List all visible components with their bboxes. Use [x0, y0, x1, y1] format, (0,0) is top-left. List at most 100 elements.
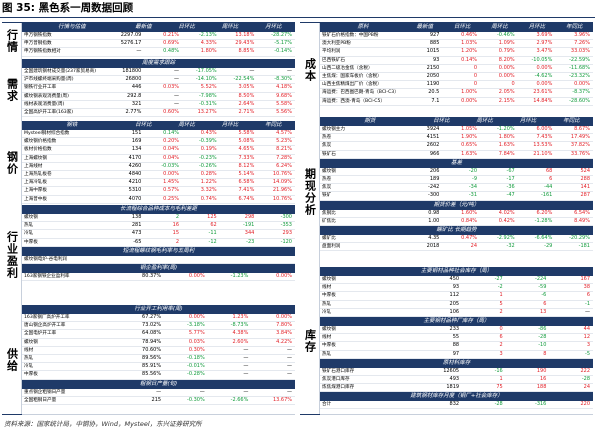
header-cell: 日环比	[433, 118, 450, 124]
cell-m: 68	[545, 167, 553, 174]
cell-y: 24	[583, 384, 591, 391]
band-title: 基差	[320, 158, 593, 168]
row-name: 唐山钢企高炉开工率	[24, 323, 66, 329]
right-panel: 成本 原料 最新值 日环比 周环比 月环比 年同比 铁矿石价格指数：中国PB粉 927 0.46%…	[300, 22, 593, 415]
cell-y: -0.14%	[274, 48, 292, 55]
cell-d: 1.45%	[163, 179, 180, 186]
table-row: 焦炭 2602 0.65% 1.63% 13.53% 37.82%	[320, 142, 593, 151]
band-title: 周度需求跟踪	[22, 59, 295, 68]
cell-d: —	[174, 76, 180, 83]
cell-y: 222	[580, 367, 591, 374]
section-table: 长流程综合品种成本与毛利差距 螺纹钢 138 2 125 298 -300 热轧 281 16 62…	[22, 205, 295, 306]
table-row: 中厚板 112 1 -6 6	[320, 292, 593, 301]
cell-v: 138	[131, 214, 142, 220]
row-name: 螺纹钢主力	[322, 127, 345, 132]
cell-y: 7.26%	[574, 40, 590, 47]
cell-v: 292.8	[127, 92, 142, 99]
cell-v: 55	[452, 334, 460, 341]
cell-w: -28	[494, 401, 503, 408]
table-row: 螺矿比 4.35 0.47% -2.92% -6.64% -20.29%	[320, 234, 593, 244]
cell-w: 1.80%	[200, 48, 217, 55]
cell-w: -0.26%	[198, 162, 217, 169]
cell-m: 7.43%	[536, 134, 553, 141]
table-header: 原料 最新值 日环比 周环比 月环比 年同比	[320, 23, 593, 32]
cell-m: 6.74%	[238, 195, 255, 202]
cell-w: -14.10%	[195, 76, 217, 83]
cell-y: -23.32%	[569, 72, 590, 79]
header-cell: 年同比	[265, 122, 282, 128]
cell-v: 1015	[426, 48, 440, 55]
table-row: 山西主焦精煤出厂价（含税） 1190 0 0 0.00% 0.00%	[320, 81, 593, 90]
cell-w: -27	[494, 276, 503, 282]
cell-y: -1	[585, 300, 591, 307]
cell-m: 3.05%	[238, 84, 255, 91]
row-name: 铁矿石	[322, 151, 336, 157]
cell-v: 446	[131, 84, 142, 91]
cell-v: 93	[433, 56, 440, 63]
cell-y: 38	[583, 284, 591, 291]
cell-m: —	[243, 371, 249, 378]
cell-y: -8.30%	[274, 76, 292, 83]
cell-v: 189	[429, 175, 440, 182]
row-name: 巴西铁矿石	[322, 57, 345, 63]
cell-y: 12	[583, 334, 591, 341]
cell-y: 7.80%	[276, 322, 293, 329]
cell-d: 24	[470, 243, 478, 250]
cell-m: 13.18%	[235, 32, 255, 38]
row-name: 山西二级冶金焦（含税）	[322, 65, 373, 71]
table-header: 行情与估值 最新值 日环比 周环比 月环比	[22, 23, 295, 32]
cell-y: -11.68%	[569, 64, 590, 71]
header-cell: 期货	[364, 118, 376, 124]
cell-d: 0.04%	[163, 154, 180, 161]
cell-y: -28.27%	[271, 32, 292, 38]
cell-d: 2	[175, 214, 180, 220]
cell-y: —	[287, 388, 293, 395]
cell-y: 5.23%	[276, 138, 292, 145]
cell-y: -8.37%	[572, 89, 590, 96]
cell-m: -44	[544, 184, 553, 191]
section-label: 期现分析	[300, 117, 320, 267]
cell-v: 281	[131, 222, 142, 229]
cell-y: -120	[280, 238, 292, 245]
cell-v: 3924	[426, 126, 440, 132]
cell-w: -0.30%	[187, 396, 205, 403]
cell-m: 2.97%	[536, 40, 553, 47]
table-row: 铁矿 -300 -31 -47 -161 287	[320, 192, 593, 201]
cell-d: 1.63%	[461, 150, 478, 157]
cell-v: 4840	[128, 170, 142, 177]
cell-v: 5276.17	[120, 40, 142, 47]
cell-d: —	[174, 92, 180, 99]
row-name: 铁矿石价格指数：中国PB粉	[322, 33, 379, 38]
cell-y: -5	[585, 350, 591, 357]
cell-v: 78.94%	[142, 338, 162, 345]
cell-d: 1.05%	[461, 126, 478, 132]
cell-v: 73.02%	[142, 322, 162, 329]
cell-m: -6.64%	[534, 234, 553, 241]
row-name: 中厚板	[322, 293, 336, 299]
cell-w: 3.32%	[200, 187, 217, 194]
cell-d: 0.21%	[163, 32, 180, 38]
cell-y: 6.24%	[276, 162, 292, 169]
cell-v: 181800	[122, 68, 142, 74]
cell-m: 13	[540, 308, 547, 315]
cell-v: 493	[449, 375, 460, 382]
table-row: 平均利润 1015 1.20% 0.79% 3.47% 33.03%	[320, 48, 593, 57]
source-note: 资料来源：国家统计局，中钢协，Wind，Mysteel，东兴证券研究所	[4, 420, 202, 428]
section-label: 库存	[300, 267, 320, 414]
row-name: 焦炭	[322, 185, 332, 191]
cell-y: 33.76%	[570, 150, 590, 157]
cell-d: -20	[468, 167, 478, 174]
cell-y: 5.56%	[276, 108, 292, 115]
row-name: 螺纹钢	[322, 277, 336, 282]
cell-w: -0.23%	[198, 154, 217, 161]
table-row: 山西二级冶金焦（含税） 2150 0 0.00% 0.00% -11.68%	[320, 65, 593, 73]
row-name: 冷轧	[322, 309, 332, 315]
cell-w: 5.52%	[200, 84, 217, 91]
table-row: 海运费：巴西图巴朗-青岛（BCI-C3） 20.5 1.00% 2.05% 23.61%…	[320, 89, 593, 98]
row-name: 合计	[322, 402, 332, 408]
cell-m: -29	[544, 243, 553, 250]
cell-d: 0.20%	[163, 138, 180, 145]
section-table: 行情与估值 最新值 日环比 周环比 月环比 申万钢铁指数 2297.09 0.21% -2.13…	[22, 23, 295, 60]
cell-v: 85.91%	[142, 363, 162, 370]
cell-y: —	[287, 363, 293, 370]
